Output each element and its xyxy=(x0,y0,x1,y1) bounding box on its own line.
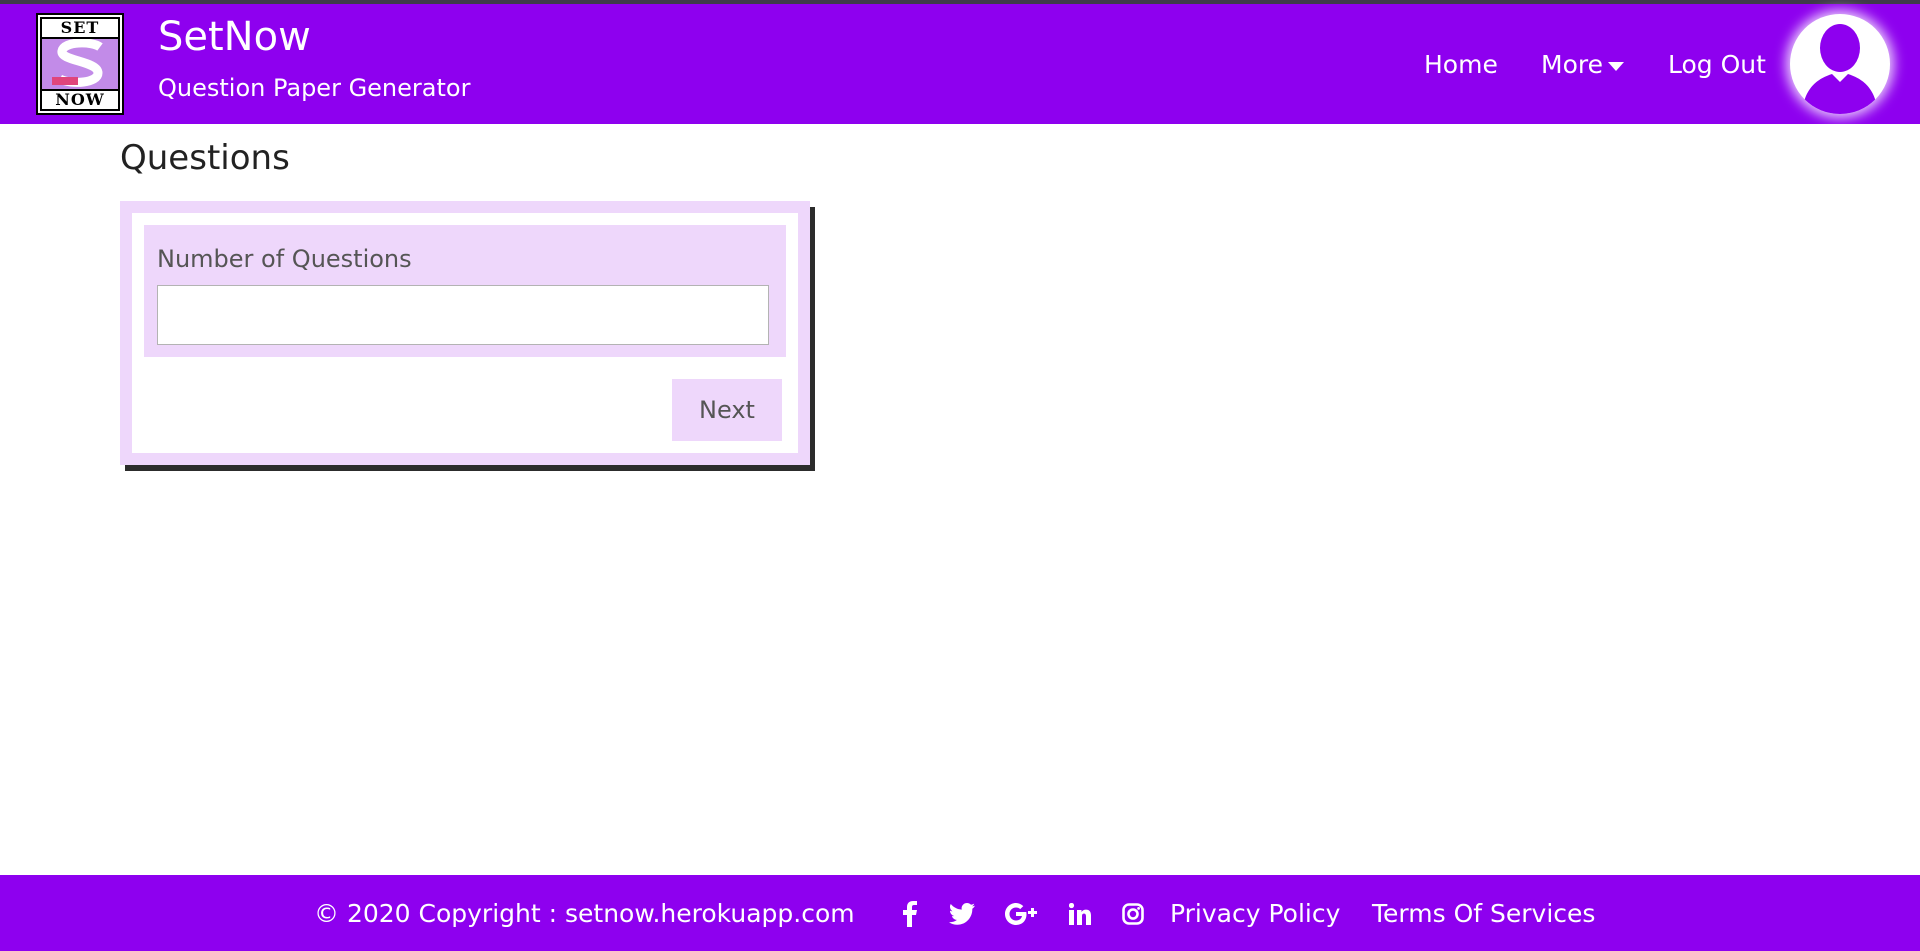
nav-logout-link[interactable]: Log Out xyxy=(1668,50,1766,79)
brand-subtitle: Question Paper Generator xyxy=(158,74,471,102)
page-title: Questions xyxy=(120,138,290,178)
twitter-icon[interactable] xyxy=(949,901,975,927)
navbar: SET NOW SetNow Question Paper Generator … xyxy=(0,4,1920,124)
copyright-text: © 2020 Copyright : setnow.herokuapp.com xyxy=(314,899,855,928)
nav-home-link[interactable]: Home xyxy=(1424,50,1498,79)
linkedin-icon[interactable] xyxy=(1067,901,1093,927)
brand-title[interactable]: SetNow xyxy=(158,14,311,60)
terms-of-services-link[interactable]: Terms Of Services xyxy=(1372,899,1595,928)
logo-s-mark xyxy=(42,39,118,89)
nav-more-label: More xyxy=(1541,50,1603,79)
logo-text-top: SET xyxy=(42,19,118,37)
instagram-icon[interactable] xyxy=(1120,901,1146,927)
number-of-questions-input[interactable] xyxy=(157,285,769,345)
facebook-icon[interactable] xyxy=(897,901,923,927)
google-plus-icon[interactable] xyxy=(1004,901,1042,927)
user-silhouette-icon xyxy=(1802,24,1878,114)
brand-logo[interactable]: SET NOW xyxy=(36,13,124,115)
footer: © 2020 Copyright : setnow.herokuapp.com … xyxy=(0,875,1920,951)
caret-down-icon xyxy=(1607,61,1624,71)
number-of-questions-label: Number of Questions xyxy=(157,245,412,273)
user-avatar[interactable] xyxy=(1790,14,1890,114)
question-count-card: Number of Questions Next xyxy=(120,201,810,465)
next-button[interactable]: Next xyxy=(672,379,782,441)
privacy-policy-link[interactable]: Privacy Policy xyxy=(1170,899,1340,928)
nav-home-label: Home xyxy=(1424,50,1498,79)
logo-text-bottom: NOW xyxy=(42,91,118,109)
form-group: Number of Questions xyxy=(144,225,786,357)
nav-more-dropdown[interactable]: More xyxy=(1541,50,1624,79)
nav-logout-label: Log Out xyxy=(1668,50,1766,79)
card-body: Number of Questions Next xyxy=(132,213,798,453)
